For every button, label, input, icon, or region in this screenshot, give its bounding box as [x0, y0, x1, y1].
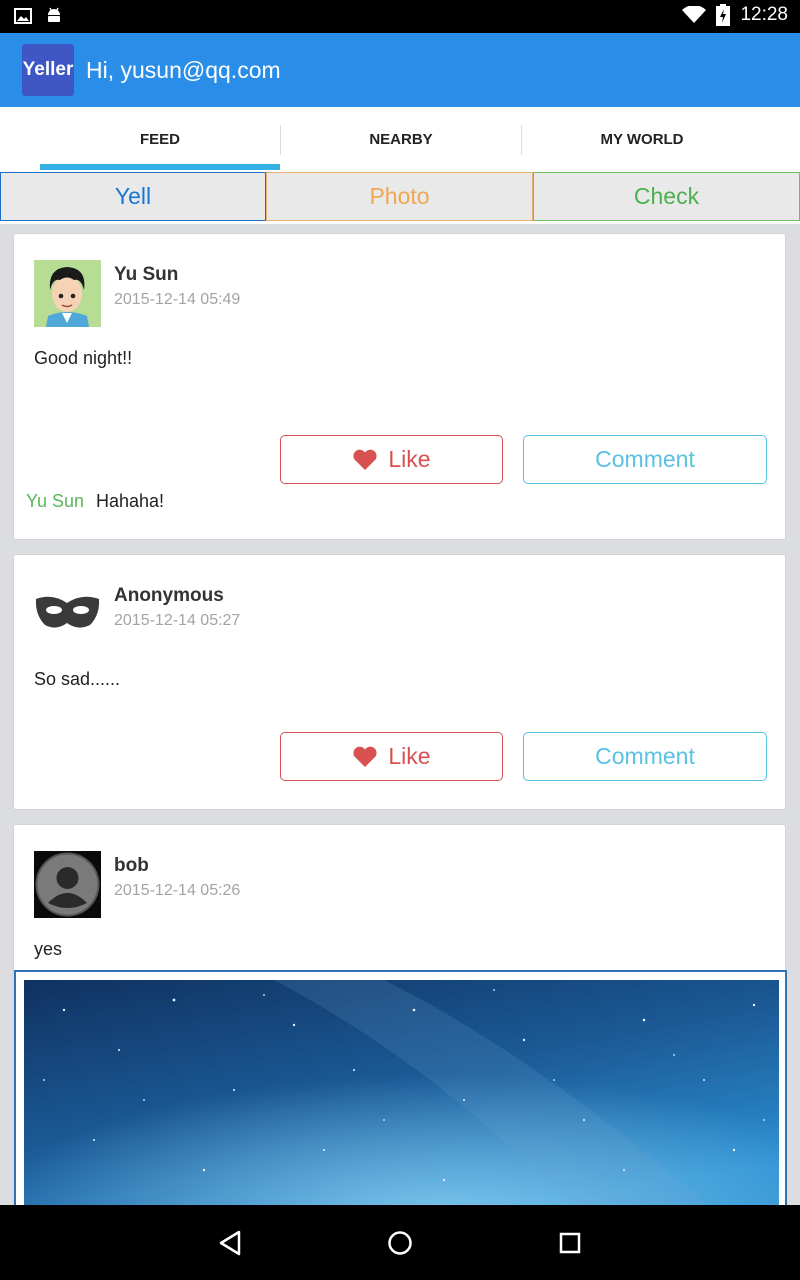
post-timestamp: 2015-12-14 05:27	[114, 612, 241, 629]
comment-button[interactable]: Comment	[523, 732, 767, 781]
comment-button[interactable]: Comment	[523, 435, 767, 484]
battery-icon	[716, 4, 731, 26]
tab-bar: FEED NEARBY MY WORLD	[0, 107, 800, 172]
post-text: yes	[34, 939, 63, 959]
gallery-notification-icon	[14, 8, 32, 24]
like-button[interactable]: Like	[280, 732, 503, 781]
post-type-bar: Yell Photo Check	[0, 172, 800, 224]
comment-text: Hahaha!	[96, 491, 165, 511]
anonymous-mask-icon[interactable]	[34, 581, 101, 648]
post-username[interactable]: bob	[114, 855, 149, 877]
check-button[interactable]: Check	[533, 172, 800, 221]
post-username[interactable]: Anonymous	[114, 585, 224, 607]
status-bar: 12:28	[0, 0, 800, 33]
post-text: Good night!!	[34, 348, 133, 368]
app-logo: Yeller	[22, 44, 74, 96]
app-bar: Yeller Hi, yusun@qq.com	[0, 33, 800, 107]
post-timestamp: 2015-12-14 05:26	[114, 882, 241, 899]
feed-post-card: bob 2015-12-14 05:26 yes	[13, 824, 787, 1224]
tab-selected-indicator	[40, 164, 280, 170]
back-triangle-icon[interactable]	[214, 1227, 246, 1259]
post-photo-frame[interactable]	[14, 970, 787, 1220]
yell-button[interactable]: Yell	[0, 172, 266, 221]
post-text: So sad......	[34, 669, 121, 689]
post-username[interactable]: Yu Sun	[114, 264, 178, 286]
android-notification-icon	[48, 7, 60, 22]
tab-my-world[interactable]: MY WORLD	[522, 107, 762, 172]
post-timestamp: 2015-12-14 05:49	[114, 291, 241, 308]
feed-post-card: Anonymous 2015-12-14 05:27 So sad...... …	[13, 554, 786, 810]
app-title: Hi, yusun@qq.com	[86, 57, 281, 83]
wifi-icon	[682, 6, 707, 23]
recents-square-icon[interactable]	[554, 1227, 586, 1259]
like-label: Like	[388, 446, 431, 472]
heart-icon	[353, 449, 377, 470]
feed-post-card: Yu Sun 2015-12-14 05:49 Good night!! Lik…	[13, 233, 786, 540]
user-avatar[interactable]	[34, 260, 101, 327]
comment-username[interactable]: Yu Sun	[26, 491, 84, 512]
tab-nearby[interactable]: NEARBY	[281, 107, 521, 172]
post-photo[interactable]	[24, 980, 779, 1220]
default-avatar-icon[interactable]	[34, 851, 101, 918]
status-time: 12:28	[740, 4, 788, 25]
tab-feed[interactable]: FEED	[40, 107, 280, 172]
photo-button[interactable]: Photo	[266, 172, 533, 221]
like-button[interactable]: Like	[280, 435, 503, 484]
like-label: Like	[388, 743, 431, 769]
home-circle-icon[interactable]	[384, 1227, 416, 1259]
navigation-bar	[0, 1205, 800, 1280]
heart-icon	[353, 746, 377, 767]
